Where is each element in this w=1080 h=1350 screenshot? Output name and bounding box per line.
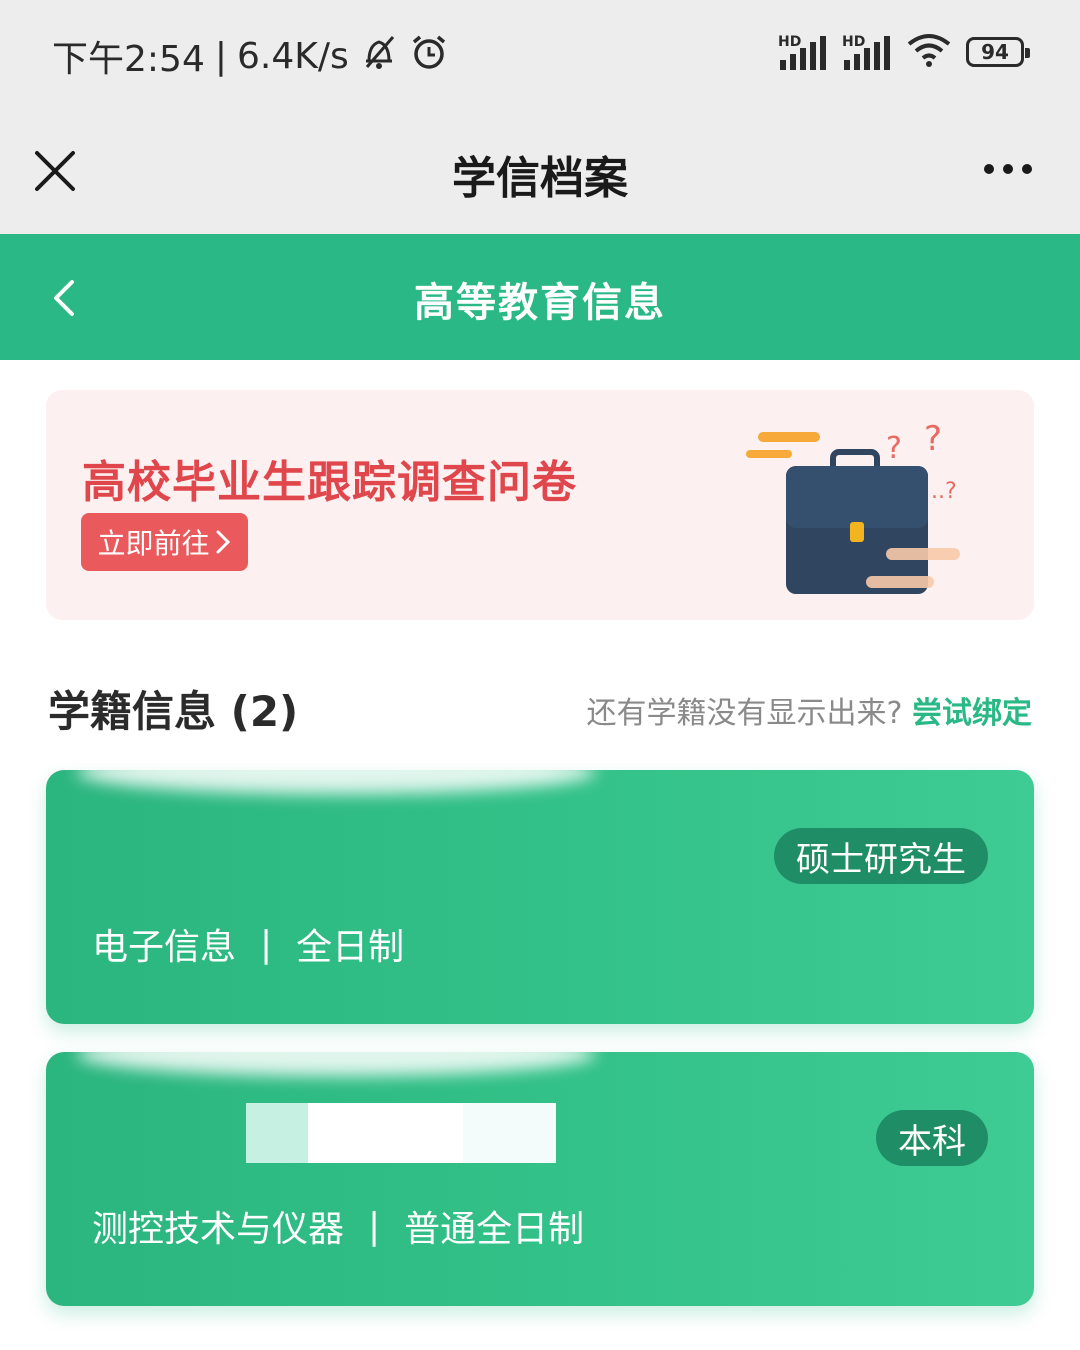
degree-level-badge: 本科 <box>876 1110 988 1166</box>
go-now-label: 立即前往 <box>97 527 210 560</box>
section-title: 学籍信息 (2) <box>48 687 299 736</box>
record-divider: | <box>260 923 273 965</box>
app-header: 学信档案 <box>0 104 1080 234</box>
status-time: 下午2:54 <box>52 39 205 80</box>
sim1-label: HD <box>778 34 802 50</box>
record-major: 电子信息 <box>92 927 237 968</box>
svg-text:?: ? <box>924 420 942 459</box>
record-major: 测控技术与仪器 <box>92 1209 345 1250</box>
svg-text:?: ? <box>886 431 902 466</box>
record-divider: | <box>368 1205 381 1247</box>
survey-banner[interactable]: 高校毕业生跟踪调查问卷 立即前往 ? ? ..? <box>46 390 1034 620</box>
sim2-label: HD <box>842 34 866 50</box>
more-button[interactable] <box>984 164 1032 174</box>
bind-hint-text: 还有学籍没有显示出来? <box>586 696 903 731</box>
record-info: 测控技术与仪器 | 普通全日制 <box>92 1200 584 1252</box>
alarm-icon <box>409 33 449 80</box>
banner-title: 高校毕业生跟踪调查问卷 <box>82 457 577 508</box>
chevron-right-icon <box>216 530 230 554</box>
status-separator: | <box>214 35 227 77</box>
record-mode: 全日制 <box>296 927 405 968</box>
record-card[interactable]: 硕士研究生 电子信息 | 全日制 <box>46 770 1034 1024</box>
redacted-block <box>246 1103 556 1163</box>
record-card[interactable]: 本科 测控技术与仪器 | 普通全日制 <box>46 1052 1034 1306</box>
degree-level-badge: 硕士研究生 <box>774 828 988 884</box>
signal-icon: HD <box>778 34 828 70</box>
status-bar: 下午2:54 | 6.4K/s HD HD 94 <box>0 0 1080 104</box>
status-net-speed: 6.4K/s <box>236 35 349 77</box>
section-hint: 还有学籍没有显示出来? 尝试绑定 <box>587 688 1032 732</box>
page-header: 高等教育信息 <box>0 234 1080 360</box>
signal-icon: HD <box>842 34 892 70</box>
page-title: 高等教育信息 <box>414 280 666 326</box>
go-now-button[interactable]: 立即前往 <box>81 513 248 571</box>
status-right: HD HD 94 <box>778 32 1030 72</box>
more-dots-icon <box>984 164 994 174</box>
mute-bell-icon <box>359 33 399 80</box>
status-left: 下午2:54 | 6.4K/s <box>52 30 449 82</box>
redacted-area <box>76 1052 596 1076</box>
wifi-icon <box>906 32 952 72</box>
svg-text:..?: ..? <box>931 479 957 504</box>
battery-level: 94 <box>981 40 1009 64</box>
battery-icon: 94 <box>966 37 1030 67</box>
app-title: 学信档案 <box>452 153 628 204</box>
redacted-area <box>76 770 596 794</box>
record-info: 电子信息 | 全日制 <box>92 918 404 970</box>
briefcase-icon: ? ? ..? <box>746 420 960 594</box>
try-bind-link[interactable]: 尝试绑定 <box>912 696 1032 731</box>
record-mode: 普通全日制 <box>404 1209 585 1250</box>
